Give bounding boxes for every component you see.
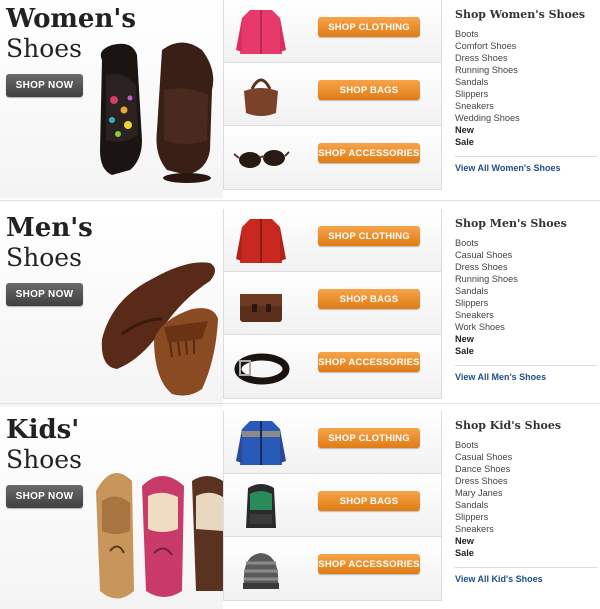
mens-links-title: Shop Men's Shoes [455, 217, 567, 230]
mens-link-sandals[interactable]: Sandals [455, 285, 518, 297]
kids-title: Kids' Shoes [6, 415, 82, 475]
mens-hero: Men's Shoes SHOP NOW [0, 209, 223, 407]
kids-shoes-section: Kids' Shoes SHOP NOW SHOP CLOTHING SHOP … [0, 411, 600, 609]
womens-links-title: Shop Women's Shoes [455, 8, 586, 21]
womens-links-list: Boots Comfort Shoes Dress Shoes Running … [455, 28, 520, 148]
womens-link-slippers[interactable]: Slippers [455, 88, 520, 100]
kids-shop-bags-button[interactable]: SHOP BAGS [318, 491, 420, 511]
jacket-pink-icon[interactable] [232, 6, 290, 58]
womens-clogs-image[interactable] [92, 30, 223, 190]
mens-link-dress[interactable]: Dress Shoes [455, 261, 518, 273]
jacket-red-icon[interactable] [232, 215, 290, 267]
womens-shop-clothing-button[interactable]: SHOP CLOTHING [318, 17, 420, 37]
mens-category-accessories: SHOP ACCESSORIES [224, 335, 441, 399]
womens-link-sandals[interactable]: Sandals [455, 76, 520, 88]
mens-loafers-image[interactable] [92, 239, 223, 399]
kids-shop-accessories-button[interactable]: SHOP ACCESSORIES [318, 554, 420, 574]
womens-category-clothing: SHOP CLOTHING [224, 0, 441, 63]
kids-link-sandals[interactable]: Sandals [455, 499, 512, 511]
kids-links-separator [455, 567, 597, 568]
kids-link-casual[interactable]: Casual Shoes [455, 451, 512, 463]
sunglasses-icon[interactable] [232, 132, 290, 184]
kids-category-accessories: SHOP ACCESSORIES [224, 537, 441, 601]
kids-link-dance[interactable]: Dance Shoes [455, 463, 512, 475]
mens-links-list: Boots Casual Shoes Dress Shoes Running S… [455, 237, 518, 357]
womens-link-comfort[interactable]: Comfort Shoes [455, 40, 520, 52]
womens-shop-now-button[interactable]: SHOP NOW [6, 74, 83, 97]
womens-category-accessories: SHOP ACCESSORIES [224, 126, 441, 190]
womens-shop-bags-button[interactable]: SHOP BAGS [318, 80, 420, 100]
womens-link-wedding[interactable]: Wedding Shoes [455, 112, 520, 124]
mens-category-bags: SHOP BAGS [224, 272, 441, 335]
kids-hero: Kids' Shoes SHOP NOW [0, 411, 223, 609]
mens-title-line1: Men's [6, 213, 93, 243]
womens-links-separator [455, 156, 597, 157]
womens-hero: Women's Shoes SHOP NOW [0, 0, 223, 198]
mens-link-running[interactable]: Running Shoes [455, 273, 518, 285]
kids-link-mary-janes[interactable]: Mary Janes [455, 487, 512, 499]
kids-shop-now-button[interactable]: SHOP NOW [6, 485, 83, 508]
mens-links-separator [455, 365, 597, 366]
mens-view-all-link[interactable]: View All Men's Shoes [455, 372, 546, 382]
kids-category-clothing: SHOP CLOTHING [224, 411, 441, 474]
backpack-icon[interactable] [232, 480, 290, 532]
beanie-icon[interactable] [232, 543, 290, 595]
kids-links-panel: Shop Kid's Shoes Boots Casual Shoes Danc… [445, 411, 600, 601]
mens-link-casual[interactable]: Casual Shoes [455, 249, 518, 261]
messenger-bag-icon[interactable] [232, 278, 290, 330]
kids-title-line2: Shoes [6, 445, 82, 474]
mens-shop-accessories-button[interactable]: SHOP ACCESSORIES [318, 352, 420, 372]
kids-jacket-icon[interactable] [232, 417, 290, 469]
mens-link-sneakers[interactable]: Sneakers [455, 309, 518, 321]
kids-view-all-link[interactable]: View All Kid's Shoes [455, 574, 543, 584]
mens-shop-bags-button[interactable]: SHOP BAGS [318, 289, 420, 309]
womens-link-running[interactable]: Running Shoes [455, 64, 520, 76]
womens-link-dress[interactable]: Dress Shoes [455, 52, 520, 64]
kids-title-line1: Kids' [6, 415, 80, 445]
womens-category-bags: SHOP BAGS [224, 63, 441, 126]
kids-category-bags: SHOP BAGS [224, 474, 441, 537]
kids-link-new[interactable]: New [455, 535, 512, 547]
handbag-brown-icon[interactable] [232, 69, 290, 121]
section-divider [0, 403, 600, 404]
mens-category-clothing: SHOP CLOTHING [224, 209, 441, 272]
womens-view-all-link[interactable]: View All Women's Shoes [455, 163, 561, 173]
womens-shoes-section: Women's Shoes SHOP NOW SHOP CLOTHING SHO… [0, 0, 600, 198]
section-divider [0, 200, 600, 201]
belt-icon[interactable] [232, 341, 290, 393]
mens-link-boots[interactable]: Boots [455, 237, 518, 249]
kids-links-list: Boots Casual Shoes Dance Shoes Dress Sho… [455, 439, 512, 559]
kids-link-slippers[interactable]: Slippers [455, 511, 512, 523]
kids-categories: SHOP CLOTHING SHOP BAGS SHOP ACCESSORIES [223, 411, 442, 601]
kids-shop-clothing-button[interactable]: SHOP CLOTHING [318, 428, 420, 448]
kids-link-sneakers[interactable]: Sneakers [455, 523, 512, 535]
womens-shop-accessories-button[interactable]: SHOP ACCESSORIES [318, 143, 420, 163]
womens-link-new[interactable]: New [455, 124, 520, 136]
mens-shop-clothing-button[interactable]: SHOP CLOTHING [318, 226, 420, 246]
mens-categories: SHOP CLOTHING SHOP BAGS SHOP ACCESSORIES [223, 209, 442, 399]
mens-title: Men's Shoes [6, 213, 93, 273]
womens-link-sneakers[interactable]: Sneakers [455, 100, 520, 112]
mens-shop-now-button[interactable]: SHOP NOW [6, 283, 83, 306]
mens-shoes-section: Men's Shoes SHOP NOW SHOP CLOTHING SHOP … [0, 209, 600, 407]
mens-link-work[interactable]: Work Shoes [455, 321, 518, 333]
kids-link-dress[interactable]: Dress Shoes [455, 475, 512, 487]
mens-title-line2: Shoes [6, 243, 82, 272]
mens-link-sale[interactable]: Sale [455, 345, 518, 357]
kids-link-sale[interactable]: Sale [455, 547, 512, 559]
womens-categories: SHOP CLOTHING SHOP BAGS SHOP ACCESSORIES [223, 0, 442, 190]
mens-links-panel: Shop Men's Shoes Boots Casual Shoes Dres… [445, 209, 600, 399]
kids-moccasins-image[interactable] [92, 441, 223, 601]
womens-link-boots[interactable]: Boots [455, 28, 520, 40]
mens-link-slippers[interactable]: Slippers [455, 297, 518, 309]
kids-links-title: Shop Kid's Shoes [455, 419, 562, 432]
kids-link-boots[interactable]: Boots [455, 439, 512, 451]
womens-link-sale[interactable]: Sale [455, 136, 520, 148]
womens-links-panel: Shop Women's Shoes Boots Comfort Shoes D… [445, 0, 600, 190]
mens-link-new[interactable]: New [455, 333, 518, 345]
